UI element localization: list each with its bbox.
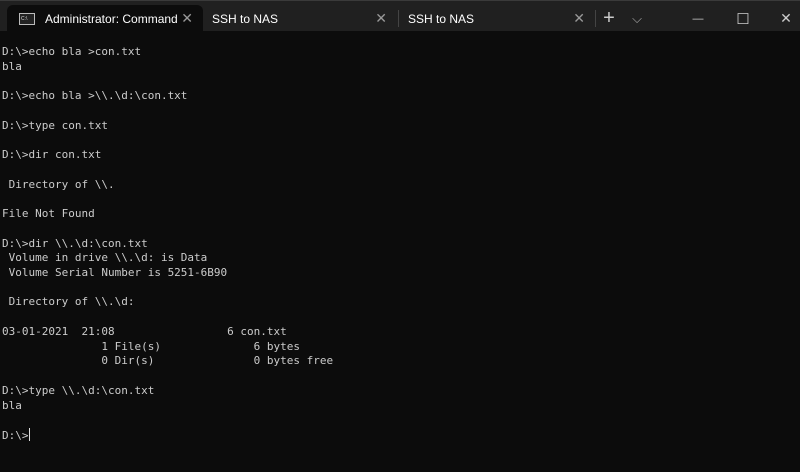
terminal-line: D:\>dir con.txt (2, 148, 102, 162)
tab-divider (595, 10, 596, 27)
tab-label: Administrator: Command Prompt (45, 11, 177, 26)
terminal-line: D:\>echo bla >\\.\d:\con.txt (2, 89, 188, 103)
title-bar: C:\ Administrator: Command Prompt ✕ SSH … (0, 0, 800, 32)
terminal-line: bla (2, 59, 22, 73)
terminal-line: D:\>dir \\.\d:\con.txt (2, 236, 148, 250)
close-tab-icon[interactable]: ✕ (181, 10, 193, 27)
terminal-output[interactable]: D:\>echo bla >con.txt bla D:\>echo bla >\… (2, 45, 333, 444)
terminal-prompt-line[interactable]: D:\> (2, 428, 333, 444)
terminal-line: Volume in drive \\.\d: is Data (2, 251, 208, 265)
terminal-line: 0 Dir(s) 0 bytes free (2, 354, 334, 368)
close-window-button[interactable]: ✕ (768, 5, 800, 32)
close-tab-icon[interactable]: ✕ (573, 10, 585, 27)
terminal-line: 1 File(s) 6 bytes (2, 339, 301, 353)
tab-label: SSH to NAS (408, 11, 475, 26)
cmd-icon: C:\ (19, 12, 35, 25)
close-tab-icon[interactable]: ✕ (375, 10, 387, 27)
terminal-line: bla (2, 398, 22, 412)
maximize-button[interactable]: ☐ (725, 5, 761, 32)
tab-label: SSH to NAS (212, 11, 279, 26)
text-cursor (28, 428, 30, 442)
dropdown-chevron-icon[interactable]: ⌵ (626, 5, 648, 32)
new-tab-button[interactable]: + (598, 5, 620, 32)
terminal-line: D:\>type \\.\d:\con.txt (2, 383, 155, 397)
tab-command-prompt[interactable]: C:\ Administrator: Command Prompt ✕ (7, 5, 203, 32)
terminal-line: D:\>type con.txt (2, 118, 108, 132)
terminal-line: D:\>echo bla >con.txt (2, 45, 142, 58)
tab-ssh-to-nas[interactable]: SSH to NAS ✕ (203, 5, 397, 32)
prompt: D:\> (2, 429, 29, 443)
minimize-button[interactable]: — (680, 5, 716, 32)
terminal-line: File Not Found (2, 207, 95, 221)
terminal-line: 03-01-2021 21:08 6 con.txt (2, 324, 287, 338)
terminal-line: Directory of \\. (2, 177, 115, 191)
terminal-line: Directory of \\.\d: (2, 295, 135, 309)
tab-ssh-to-nas-2[interactable]: SSH to NAS ✕ (399, 5, 595, 32)
terminal-line: Volume Serial Number is 5251-6B90 (2, 266, 228, 280)
